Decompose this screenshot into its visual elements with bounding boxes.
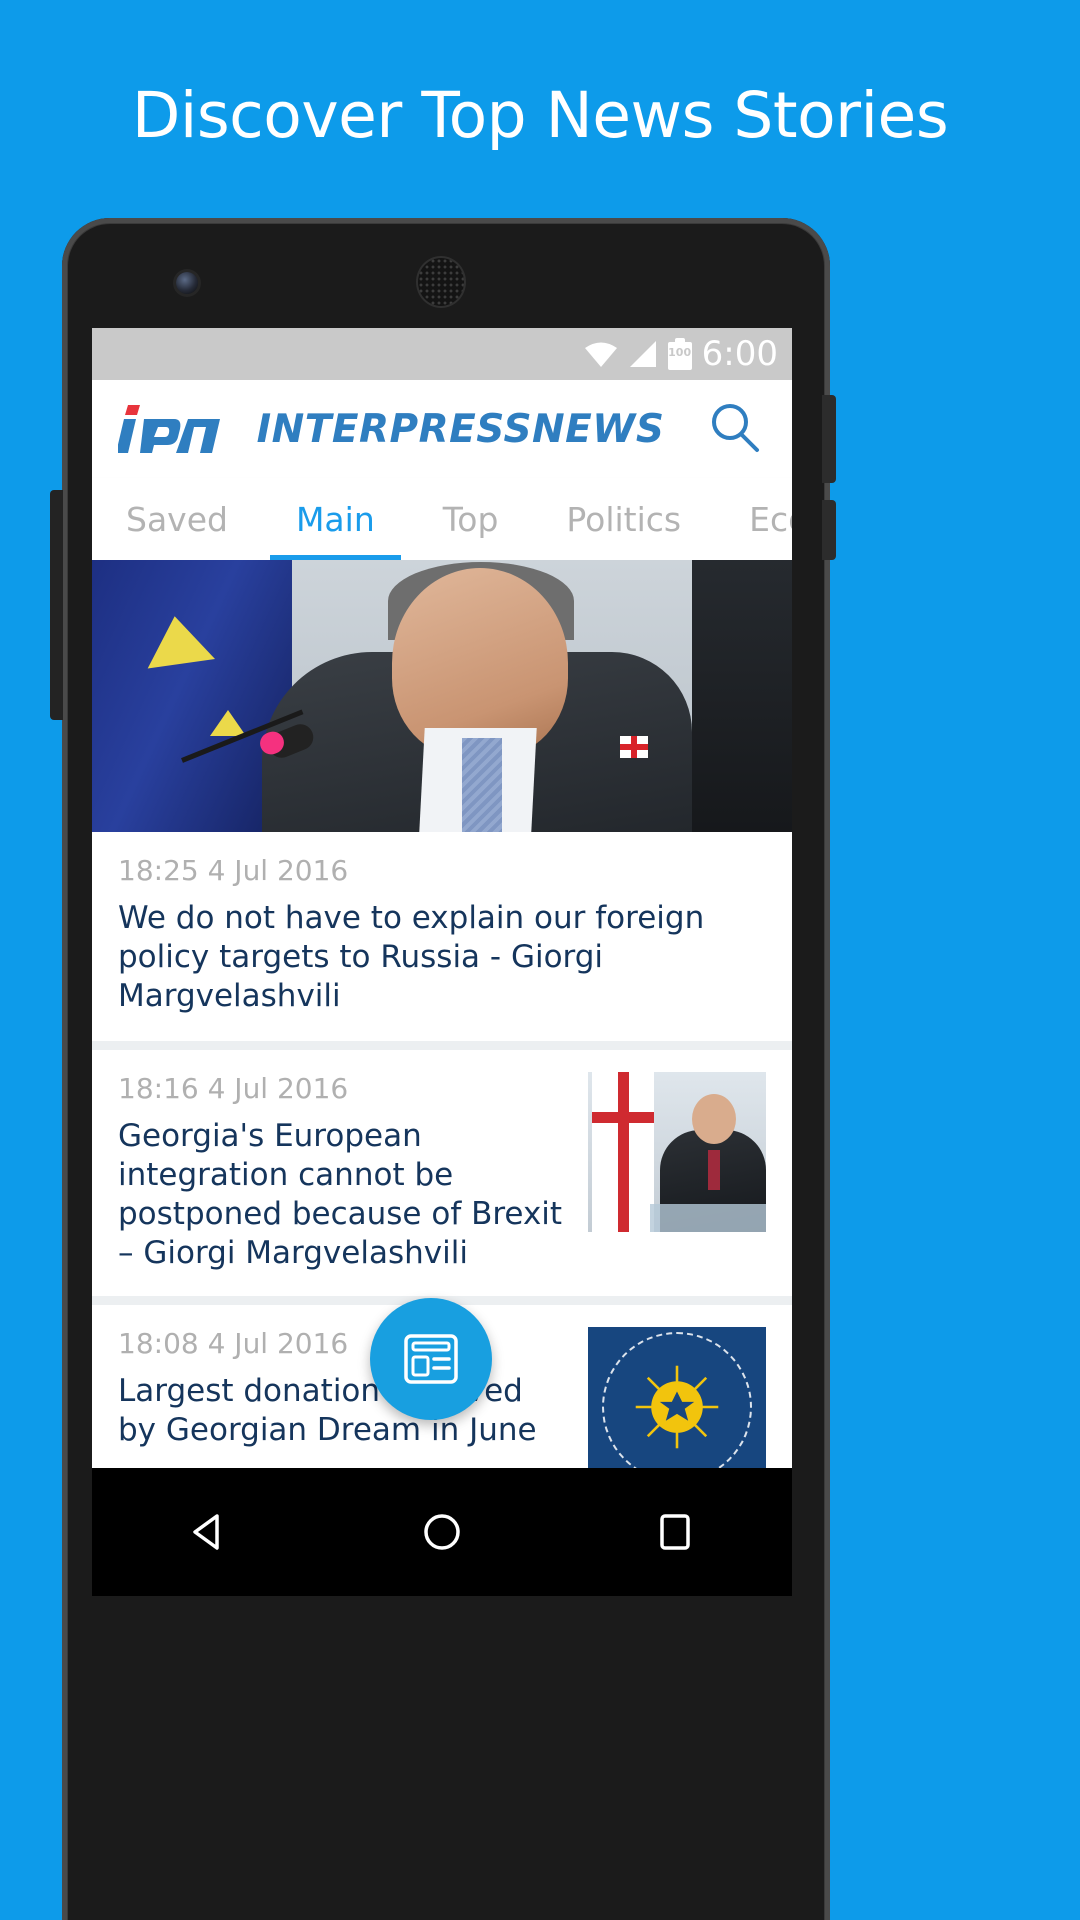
tab-label: Saved (126, 499, 228, 539)
power-button (822, 395, 836, 483)
page-title: Discover Top News Stories (131, 78, 949, 152)
tab-economics[interactable]: Economics (715, 478, 792, 560)
tab-label: Top (442, 499, 499, 539)
search-icon[interactable] (704, 398, 766, 460)
news-card-hero[interactable]: 18:25 4 Jul 2016 We do not have to expla… (92, 560, 792, 1042)
battery-level: 100 (668, 346, 692, 359)
wifi-icon (584, 340, 618, 368)
back-triangle-icon[interactable] (182, 1505, 236, 1559)
android-navigation-bar[interactable] (92, 1468, 792, 1596)
tab-saved[interactable]: Saved (92, 478, 262, 560)
news-hero-image (92, 560, 792, 832)
app-bar: INTERPRESSNEWS (92, 380, 792, 478)
home-circle-icon[interactable] (415, 1505, 469, 1559)
side-button-secondary (822, 500, 836, 560)
tab-label: Politics (566, 499, 682, 539)
recents-square-icon[interactable] (648, 1505, 702, 1559)
status-bar-clock: 6:00 (701, 334, 778, 374)
tab-label: Economics (749, 499, 792, 539)
front-camera-icon (176, 272, 198, 294)
battery-icon: 100 (667, 338, 692, 370)
news-headline[interactable]: Georgia's European integration cannot be… (118, 1117, 570, 1272)
tab-politics[interactable]: Politics (532, 478, 715, 560)
news-timestamp: 18:16 4 Jul 2016 (118, 1072, 349, 1106)
tab-bar[interactable]: Saved Main Top Politics Economics (92, 478, 792, 560)
compose-news-fab[interactable] (370, 1298, 492, 1420)
newspaper-icon (404, 1334, 458, 1384)
news-thumbnail (588, 1072, 766, 1233)
ipn-logo-icon[interactable] (116, 401, 223, 457)
news-headline[interactable]: We do not have to explain our foreign po… (118, 899, 766, 1015)
tab-main[interactable]: Main (262, 478, 409, 560)
news-headline[interactable]: Largest donation received by Georgian Dr… (118, 1372, 570, 1450)
status-bar: 100 6:00 (92, 328, 792, 380)
earpiece-speaker-icon (418, 258, 464, 306)
signal-icon (628, 340, 658, 368)
tab-top[interactable]: Top (409, 478, 533, 560)
app-title: INTERPRESSNEWS (256, 406, 665, 452)
phone-screen: 100 6:00 INTERPRESSNEWS Saved Main Top P… (92, 328, 792, 1468)
news-thumbnail-georgian-dream-logo (588, 1327, 766, 1468)
news-timestamp: 18:25 4 Jul 2016 (118, 854, 349, 887)
tab-label: Main (295, 499, 375, 539)
news-card[interactable]: 18:16 4 Jul 2016 Georgia's European inte… (92, 1050, 792, 1297)
news-feed-list[interactable]: 18:25 4 Jul 2016 We do not have to expla… (92, 560, 792, 1468)
volume-button (50, 490, 63, 720)
news-timestamp: 18:08 4 Jul 2016 (118, 1327, 349, 1361)
